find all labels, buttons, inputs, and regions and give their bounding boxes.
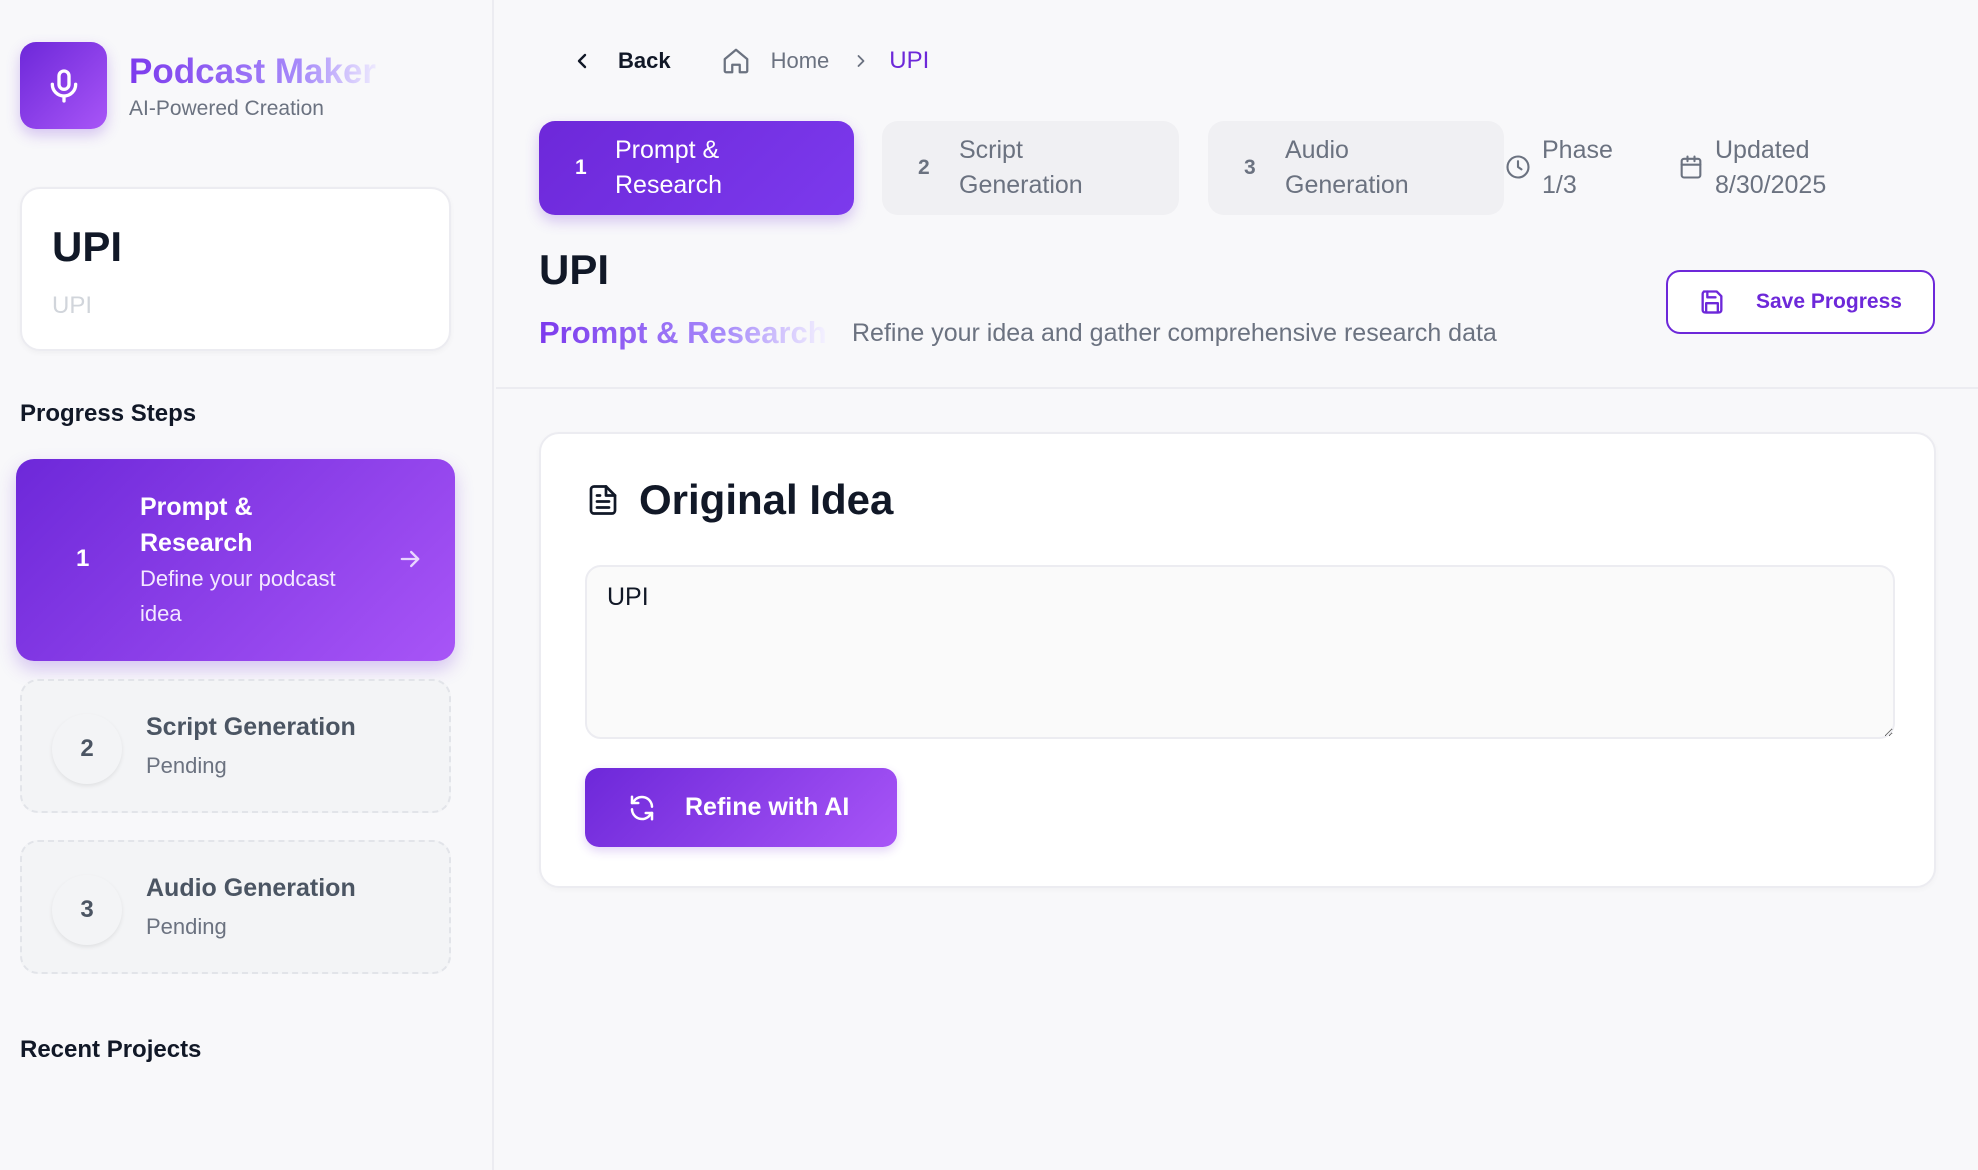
document-icon — [585, 482, 621, 518]
phase-description: Refine your idea and gather comprehensiv… — [852, 319, 1497, 347]
step-status: Pending — [146, 753, 227, 778]
save-icon — [1698, 288, 1726, 316]
step-name: Audio Generation — [146, 874, 356, 902]
progress-steps-heading: Progress Steps — [20, 400, 197, 427]
step-name: Script Generation — [146, 713, 356, 741]
brand-title: Podcast Maker — [129, 51, 377, 91]
back-label: Back — [618, 48, 671, 73]
sidebar-step-audio-generation[interactable]: 3 Audio Generation Pending — [20, 840, 451, 974]
refine-with-ai-button[interactable]: Refine with AI — [585, 768, 897, 847]
project-card[interactable]: UPI UPI — [20, 187, 451, 351]
arrow-right-icon — [396, 545, 424, 578]
brand[interactable]: Podcast Maker AI-Powered Creation — [20, 42, 376, 129]
recent-projects-heading: Recent Projects — [20, 1036, 202, 1063]
top-navigation: Back Home UPI — [570, 44, 929, 78]
tab-label: Script Generation — [959, 136, 1083, 199]
back-button[interactable]: Back — [570, 48, 671, 74]
tab-label: Audio Generation — [1285, 136, 1409, 199]
home-icon — [721, 46, 751, 76]
phase-name: Prompt & Research — [539, 315, 827, 350]
phase-text: Phase 1/3 — [1542, 136, 1613, 199]
header-divider — [496, 387, 1978, 389]
sidebar-step-script-generation[interactable]: 2 Script Generation Pending — [20, 679, 451, 813]
sidebar: Podcast Maker AI-Powered Creation UPI UP… — [0, 0, 494, 1170]
microphone-icon — [20, 42, 107, 129]
tab-label: Prompt & Research — [615, 136, 722, 199]
breadcrumb-current: UPI — [889, 47, 930, 74]
step-number: 3 — [52, 875, 122, 945]
step-number: 2 — [52, 714, 122, 784]
step-description: Define your podcast idea — [140, 566, 336, 627]
phase-indicator: Phase 1/3 — [1504, 133, 1632, 203]
sidebar-step-prompt-research[interactable]: 1 Prompt & Research Define your podcast … — [16, 459, 455, 661]
tab-number: 3 — [1244, 156, 1256, 179]
updated-text: Updated 8/30/2025 — [1715, 136, 1827, 199]
original-idea-title: Original Idea — [639, 476, 894, 523]
tab-audio-generation[interactable]: 3 Audio Generation — [1208, 121, 1504, 215]
updated-indicator: Updated 8/30/2025 — [1677, 133, 1855, 203]
brand-subtitle: AI-Powered Creation — [129, 96, 324, 120]
project-title: UPI — [52, 223, 123, 270]
chevron-right-icon — [851, 51, 871, 71]
original-idea-textarea[interactable]: UPI — [585, 565, 1895, 739]
save-progress-label: Save Progress — [1756, 290, 1902, 313]
project-subtitle: UPI — [52, 292, 93, 319]
clock-icon — [1504, 153, 1532, 186]
step-name: Prompt & Research — [140, 493, 253, 558]
breadcrumb-home[interactable]: Home — [721, 46, 830, 76]
page-title: UPI — [539, 246, 610, 293]
chevron-left-icon — [570, 49, 594, 73]
original-idea-header: Original Idea — [585, 476, 893, 524]
calendar-icon — [1677, 153, 1705, 186]
refine-with-ai-label: Refine with AI — [685, 793, 850, 821]
original-idea-card: Original Idea UPI Refine with AI — [539, 432, 1936, 888]
tab-script-generation[interactable]: 2 Script Generation — [882, 121, 1179, 215]
step-number: 1 — [76, 545, 90, 572]
refresh-icon — [627, 793, 657, 823]
tab-number: 2 — [918, 156, 930, 179]
step-status: Pending — [146, 914, 227, 939]
breadcrumb-home-label: Home — [770, 48, 830, 73]
tab-prompt-research[interactable]: 1 Prompt & Research — [539, 121, 854, 215]
tab-number: 1 — [575, 156, 587, 179]
save-progress-button[interactable]: Save Progress — [1666, 270, 1935, 334]
